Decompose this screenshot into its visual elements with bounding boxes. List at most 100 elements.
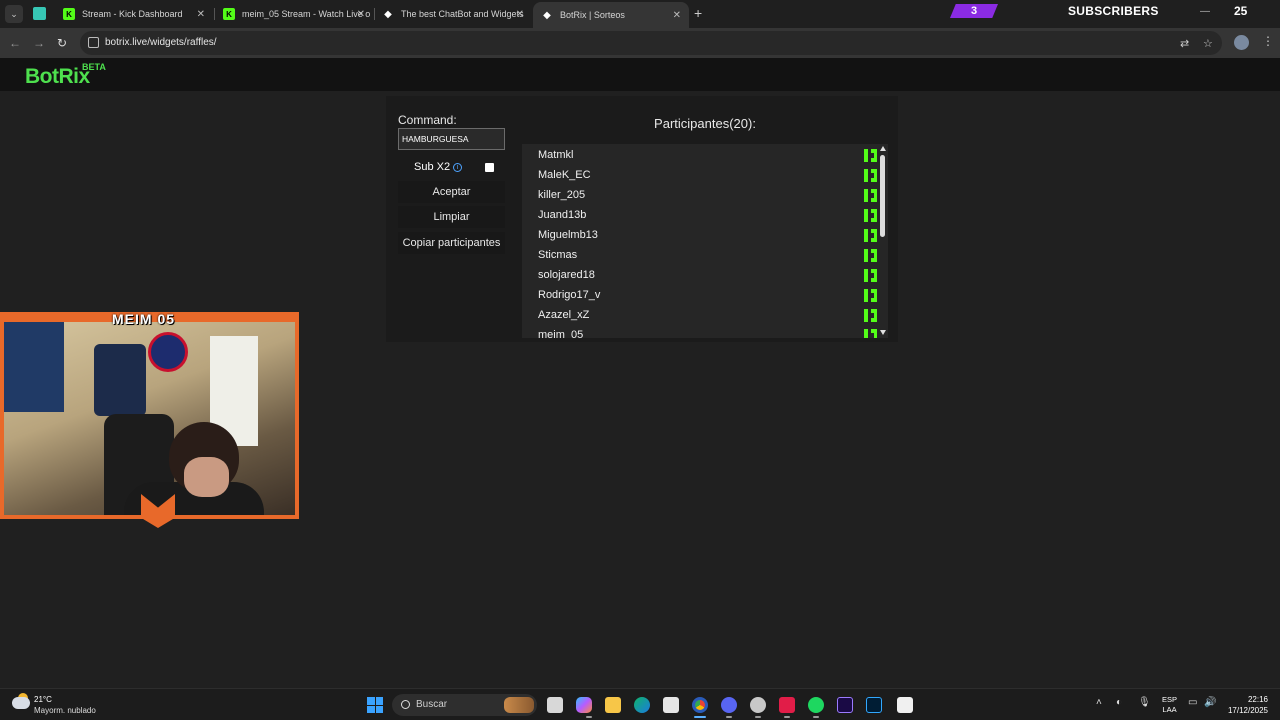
- store-icon[interactable]: [663, 697, 679, 713]
- url-text[interactable]: botrix.live/widgets/raffles/: [105, 37, 217, 48]
- participant-name: Juand13b: [538, 209, 587, 221]
- list-item[interactable]: Juand13b: [538, 205, 877, 225]
- copy-participants-button[interactable]: Copiar participantes: [398, 232, 505, 254]
- participant-name: Sticmas: [538, 249, 578, 261]
- network-icon[interactable]: ▭: [1188, 697, 1197, 708]
- scrollbar-thumb[interactable]: [880, 155, 885, 237]
- bookmark-star-icon[interactable]: ☆: [1203, 37, 1213, 50]
- site-info-icon[interactable]: [88, 37, 99, 48]
- weather-cloud-icon[interactable]: [12, 697, 30, 709]
- participant-name: killer_205: [538, 189, 586, 201]
- command-input[interactable]: [398, 128, 505, 150]
- spotify-icon[interactable]: [808, 697, 824, 713]
- profile-avatar[interactable]: [1234, 35, 1249, 50]
- kick-icon: [864, 289, 877, 302]
- participant-name: Miguelmb13: [538, 229, 598, 241]
- new-tab-button[interactable]: +: [694, 5, 702, 21]
- tray-app-icon[interactable]: ◐: [1116, 697, 1122, 708]
- scroll-up-arrow-icon[interactable]: [880, 146, 886, 151]
- list-item[interactable]: Sticmas: [538, 245, 877, 265]
- list-item[interactable]: MaleK_EC: [538, 165, 877, 185]
- tab-botrix-home[interactable]: ◆ The best ChatBot and Widgets ✕: [374, 2, 532, 26]
- language-indicator[interactable]: ESP LAA: [1162, 695, 1177, 715]
- tab-meim-stream[interactable]: K meim_05 Stream - Watch Live o ✕: [215, 2, 373, 26]
- kick-icon: [864, 269, 877, 282]
- tab-botrix-sorteos[interactable]: ◆ BotRix | Sorteos ✕: [533, 2, 689, 28]
- tiktok-icon[interactable]: [779, 697, 795, 713]
- list-item[interactable]: Azazel_xZ: [538, 305, 877, 325]
- clock-time: 22:16: [1247, 695, 1268, 704]
- chevron-down-icon: ⌄: [10, 8, 18, 19]
- taskbar-search[interactable]: Buscar: [392, 694, 537, 716]
- close-icon[interactable]: ✕: [673, 10, 681, 21]
- list-item[interactable]: solojared18: [538, 265, 877, 285]
- reload-icon[interactable]: ↻: [57, 36, 67, 50]
- list-item[interactable]: Matmkl: [538, 145, 877, 165]
- scroll-down-arrow-icon[interactable]: [880, 330, 886, 335]
- weather-temp[interactable]: 21°C: [34, 695, 52, 704]
- task-view-icon[interactable]: [547, 697, 563, 713]
- microphone-icon[interactable]: 🎙: [1138, 697, 1151, 708]
- discord-icon[interactable]: [721, 697, 737, 713]
- webcam-video: [4, 322, 295, 515]
- list-item[interactable]: Rodrigo17_v: [538, 285, 877, 305]
- kick-icon: K: [223, 8, 235, 20]
- capcut-icon[interactable]: [897, 697, 913, 713]
- search-highlight-image: [504, 697, 534, 713]
- participant-name: Azazel_xZ: [538, 309, 590, 321]
- info-icon[interactable]: i: [453, 163, 462, 172]
- steam-icon[interactable]: [750, 697, 766, 713]
- botrix-diamond-icon: ◆: [543, 9, 551, 21]
- running-indicator: [726, 716, 732, 718]
- premiere-icon[interactable]: [837, 697, 853, 713]
- subs-label: SUBSCRIBERS: [1068, 4, 1159, 18]
- jersey-left: [4, 322, 64, 412]
- participants-list[interactable]: Matmkl MaleK_EC killer_205 Juand13b Migu…: [522, 144, 888, 338]
- translate-icon[interactable]: ⇄: [1180, 37, 1189, 50]
- volume-icon[interactable]: 🔊: [1204, 697, 1216, 708]
- tray-chevron-up-icon[interactable]: ˄: [1096, 697, 1102, 708]
- language-code: ESP: [1162, 695, 1178, 704]
- windows-start-icon[interactable]: [367, 697, 383, 713]
- clear-button[interactable]: Limpiar: [398, 206, 505, 228]
- pinned-tab-icon[interactable]: [33, 7, 46, 20]
- botrix-logo[interactable]: BotRix: [25, 65, 90, 89]
- chrome-icon[interactable]: [692, 697, 708, 713]
- list-item[interactable]: killer_205: [538, 185, 877, 205]
- minimize-icon[interactable]: —: [1200, 6, 1210, 17]
- copilot-icon[interactable]: [576, 697, 592, 713]
- list-item[interactable]: meim_05: [538, 325, 877, 338]
- edge-icon[interactable]: [634, 697, 650, 713]
- raffle-panel: Command: Sub X2 i Aceptar Limpiar Copiar…: [386, 96, 898, 342]
- forward-arrow-icon[interactable]: →: [33, 36, 45, 50]
- participant-name: Matmkl: [538, 149, 574, 161]
- back-arrow-icon[interactable]: ←: [9, 36, 21, 50]
- file-explorer-icon[interactable]: [605, 697, 621, 713]
- subs-count: 25: [1234, 4, 1248, 18]
- tab-title: Stream - Kick Dashboard: [82, 9, 183, 19]
- running-indicator: [784, 716, 790, 718]
- tab-search-button[interactable]: ⌄: [5, 5, 23, 23]
- accept-button[interactable]: Aceptar: [398, 181, 505, 203]
- close-icon[interactable]: ✕: [516, 9, 524, 20]
- participant-name: MaleK_EC: [538, 169, 591, 181]
- close-icon[interactable]: ✕: [197, 9, 205, 20]
- address-bar[interactable]: botrix.live/widgets/raffles/ ⇄ ☆: [80, 31, 1222, 55]
- system-clock[interactable]: 22:16 17/12/2025: [1226, 694, 1268, 716]
- kick-icon: K: [63, 8, 75, 20]
- running-indicator: [755, 716, 761, 718]
- weather-description[interactable]: Mayorm. nublado: [34, 706, 96, 715]
- kick-icon: [864, 209, 877, 222]
- browser-tabstrip: ⌄ K Stream - Kick Dashboard ✕ K meim_05 …: [0, 0, 1280, 28]
- close-icon[interactable]: ✕: [357, 9, 365, 20]
- kick-icon: [864, 149, 877, 162]
- participants-scrollbar[interactable]: [878, 144, 888, 338]
- tab-kick-dashboard[interactable]: K Stream - Kick Dashboard ✕: [55, 2, 213, 26]
- tab-title: meim_05 Stream - Watch Live o: [242, 9, 371, 19]
- photoshop-icon[interactable]: [866, 697, 882, 713]
- sub-x2-checkbox[interactable]: [485, 163, 494, 172]
- running-indicator: [586, 716, 592, 718]
- more-menu-icon[interactable]: ⋮: [1262, 34, 1274, 48]
- windows-taskbar: 21°C Mayorm. nublado Buscar ˄ ◐ 🎙 ESP LAA…: [0, 688, 1280, 720]
- list-item[interactable]: Miguelmb13: [538, 225, 877, 245]
